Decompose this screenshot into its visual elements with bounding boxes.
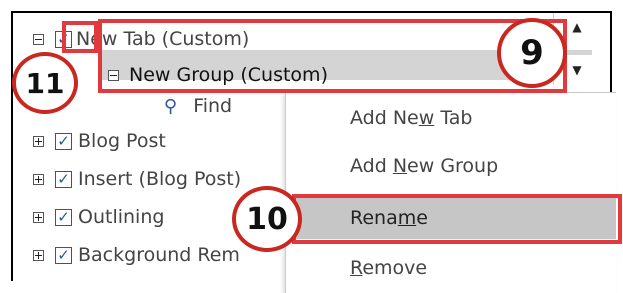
- checkbox-background-removal[interactable]: ✓: [55, 246, 72, 264]
- expand-icon[interactable]: [33, 135, 44, 147]
- tree-row-blog-post[interactable]: ✓ Blog Post: [33, 126, 166, 156]
- expand-icon[interactable]: [33, 173, 44, 185]
- checkbox-insert-blog-post[interactable]: ✓: [55, 170, 72, 188]
- menu-item-label: Remove: [350, 257, 428, 279]
- callout-box-rename: [292, 194, 622, 244]
- tree-label: Background Rem: [78, 244, 240, 266]
- callout-badge-9: 9: [497, 18, 567, 88]
- callout-badge-11: 11: [12, 52, 78, 114]
- expand-icon[interactable]: [33, 211, 44, 223]
- menu-item-add-new-group[interactable]: Add New Group: [286, 145, 616, 187]
- callout-box-checkbox: [62, 21, 98, 53]
- find-label: Find: [193, 95, 233, 117]
- tree-label: Insert (Blog Post): [78, 168, 242, 190]
- tree-row-outlining[interactable]: ✓ Outlining: [33, 202, 164, 232]
- tree-label: Blog Post: [78, 130, 166, 152]
- find-button[interactable]: ⚲ Find: [164, 95, 232, 117]
- search-icon: ⚲: [164, 95, 178, 117]
- menu-item-remove[interactable]: Remove: [286, 247, 616, 289]
- collapse-icon[interactable]: [33, 33, 44, 45]
- scroll-down-icon: ▼: [572, 63, 582, 77]
- checkbox-outlining[interactable]: ✓: [55, 208, 72, 226]
- menu-item-label: Add New Tab: [350, 107, 473, 129]
- expand-icon[interactable]: [33, 249, 44, 261]
- callout-badge-10: 10: [232, 186, 302, 252]
- checkbox-blog-post[interactable]: ✓: [55, 132, 72, 150]
- menu-item-label: Add New Group: [350, 155, 499, 177]
- tree-label: Outlining: [78, 206, 165, 228]
- scroll-up-icon: ▲: [572, 19, 582, 34]
- menu-item-add-new-tab[interactable]: Add New Tab: [286, 97, 616, 139]
- context-menu: Add New Tab Add New Group Rename Remove: [285, 92, 616, 293]
- tree-row-background-removal[interactable]: ✓ Background Rem: [33, 240, 240, 270]
- tree-row-insert-blog-post[interactable]: ✓ Insert (Blog Post): [33, 164, 241, 194]
